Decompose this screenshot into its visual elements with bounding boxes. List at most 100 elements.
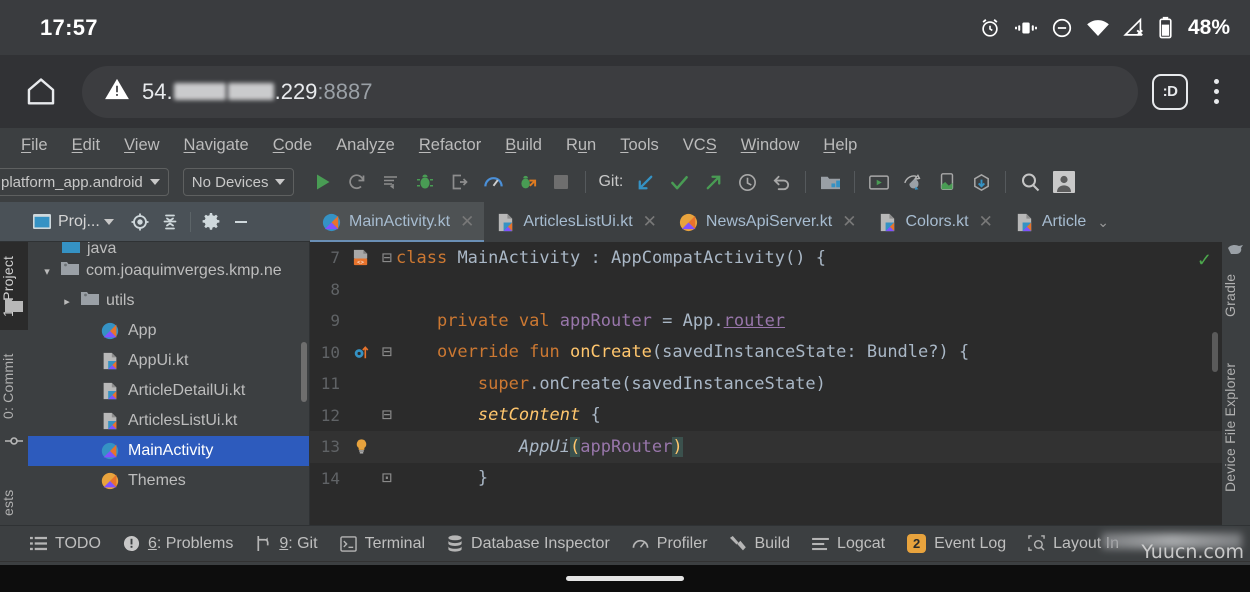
tool-git[interactable]: 9: Git (255, 535, 317, 553)
chevron-right-icon[interactable]: ▸ (60, 295, 74, 308)
git-push-icon[interactable] (698, 167, 728, 197)
search-icon[interactable] (1015, 167, 1045, 197)
chevron-down-icon[interactable]: ⌄ (1097, 214, 1109, 231)
code-line-13: 13 AppUi(appRouter) (310, 431, 1222, 463)
git-update-icon[interactable] (630, 167, 660, 197)
tab-colors[interactable]: Colors.kt ✕ (866, 202, 1002, 242)
nav-gesture-pill[interactable] (566, 576, 684, 581)
profiler-icon[interactable] (478, 167, 508, 197)
tool-event-log[interactable]: 2 Event Log (907, 534, 1006, 553)
sidebar-item-device-file-explorer[interactable]: Device File Explorer (1222, 342, 1250, 512)
kebab-menu-icon[interactable] (1196, 79, 1236, 104)
chevron-down-icon (150, 179, 160, 185)
sdk-manager-icon[interactable] (898, 167, 928, 197)
menu-build[interactable]: Build (494, 133, 553, 158)
git-revert-icon[interactable] (766, 167, 796, 197)
url-text[interactable]: 54..229:8887 (142, 79, 372, 105)
attach-debugger-icon[interactable] (444, 167, 474, 197)
project-tree-panel[interactable]: java ▾ com.joaquimverges.kmp.ne ▸ utils (28, 242, 310, 525)
sidebar-item-commit[interactable]: 0: Commit (0, 340, 28, 432)
tree-item-utils[interactable]: ▸ utils (28, 286, 309, 316)
apply-code-changes-icon[interactable] (376, 167, 406, 197)
git-history-icon[interactable] (732, 167, 762, 197)
tree-item-java[interactable]: java (28, 242, 309, 256)
tree-item-appui[interactable]: AppUi.kt (28, 346, 309, 376)
tool-build[interactable]: Build (729, 535, 790, 553)
select-opened-file-icon[interactable] (126, 208, 154, 236)
sync-gradle-icon[interactable] (966, 167, 996, 197)
sidebar-item-gradle[interactable]: Gradle (1222, 260, 1250, 330)
tool-label: Profiler (657, 535, 708, 553)
tree-item-themes[interactable]: Themes (28, 466, 309, 496)
settings-gear-icon[interactable] (197, 208, 225, 236)
tool-problems[interactable]: 6: Problems (123, 535, 233, 553)
tab-mainactivity[interactable]: MainActivity.kt ✕ (310, 202, 484, 242)
menu-file[interactable]: File (10, 133, 59, 158)
intention-bulb-icon[interactable] (344, 437, 378, 456)
menu-view[interactable]: View (113, 133, 170, 158)
editor-scrollbar[interactable] (1212, 332, 1218, 372)
device-file-explorer-icon[interactable] (932, 167, 962, 197)
menu-edit[interactable]: Edit (61, 133, 111, 158)
project-structure-icon[interactable] (815, 167, 845, 197)
close-icon[interactable]: ✕ (643, 212, 657, 232)
home-icon[interactable] (14, 65, 68, 119)
tab-article[interactable]: Article ⌄ (1003, 202, 1119, 242)
override-method-icon[interactable] (344, 343, 378, 362)
line-number: 8 (310, 280, 344, 299)
chevron-down-icon[interactable]: ▾ (40, 265, 54, 278)
tool-logcat[interactable]: Logcat (812, 535, 885, 553)
tool-todo[interactable]: TODO (30, 535, 101, 553)
menu-window[interactable]: Window (730, 133, 811, 158)
tree-item-articledetailui[interactable]: ArticleDetailUi.kt (28, 376, 309, 406)
class-marker-icon[interactable]: <> (344, 248, 378, 267)
url-bar[interactable]: 54..229:8887 (82, 66, 1138, 118)
profile-icon[interactable]: :D (1152, 74, 1188, 110)
code-editor[interactable]: ✓ 7 <> ⊟ class MainActivity : AppCompatA… (310, 242, 1222, 525)
fold-marker[interactable]: ⊡ (378, 468, 396, 488)
fold-marker[interactable]: ⊟ (378, 248, 396, 268)
tool-terminal[interactable]: Terminal (340, 535, 425, 553)
collapse-all-icon[interactable] (156, 208, 184, 236)
menu-code[interactable]: Code (262, 133, 323, 158)
sidebar-item-tests[interactable]: ests (0, 480, 28, 525)
run-with-coverage-icon[interactable] (512, 167, 542, 197)
tab-newsapiserver[interactable]: NewsApiServer.kt ✕ (667, 202, 867, 242)
tab-articleslistui[interactable]: ArticlesListUi.kt ✕ (484, 202, 667, 242)
menu-help[interactable]: Help (812, 133, 868, 158)
warning-triangle-icon[interactable] (104, 76, 130, 107)
fold-marker[interactable]: ⊟ (378, 342, 396, 362)
close-icon[interactable]: ✕ (979, 212, 993, 232)
avd-manager-icon[interactable] (864, 167, 894, 197)
avatar-icon[interactable] (1049, 167, 1079, 197)
tool-database-inspector[interactable]: Database Inspector (447, 535, 610, 553)
sidebar-item-project[interactable]: 1: Project (0, 242, 28, 330)
tree-item-app[interactable]: App (28, 316, 309, 346)
project-view-icon (28, 208, 56, 236)
tool-profiler[interactable]: Profiler (632, 535, 708, 553)
git-commit-icon[interactable] (664, 167, 694, 197)
menu-refactor[interactable]: Refactor (408, 133, 492, 158)
menu-vcs[interactable]: VCS (672, 133, 728, 158)
project-panel-title[interactable]: Proj... (58, 213, 114, 231)
menu-analyze[interactable]: Analyze (325, 133, 406, 158)
run-icon[interactable] (308, 167, 338, 197)
project-scrollbar[interactable] (301, 342, 307, 402)
menu-run[interactable]: Run (555, 133, 607, 158)
fold-marker[interactable]: ⊟ (378, 405, 396, 425)
run-configuration-selector[interactable]: platform_app.android (0, 168, 169, 196)
tree-item-articleslistui[interactable]: ArticlesListUi.kt (28, 406, 309, 436)
menu-navigate[interactable]: Navigate (173, 133, 260, 158)
menu-tools[interactable]: Tools (609, 133, 670, 158)
right-tab-label: Gradle (1222, 273, 1238, 316)
close-icon[interactable]: ✕ (460, 212, 474, 232)
debug-icon[interactable] (410, 167, 440, 197)
close-icon[interactable]: ✕ (842, 212, 856, 232)
project-title-text: Proj... (58, 213, 100, 231)
apply-changes-icon[interactable] (342, 167, 372, 197)
tree-item-mainactivity[interactable]: MainActivity (28, 436, 309, 466)
tree-item-package[interactable]: ▾ com.joaquimverges.kmp.ne (28, 256, 309, 286)
device-selector[interactable]: No Devices (183, 168, 295, 196)
hide-panel-icon[interactable] (227, 208, 255, 236)
right-tool-strip: Gradle Device File Explorer (1222, 242, 1250, 525)
